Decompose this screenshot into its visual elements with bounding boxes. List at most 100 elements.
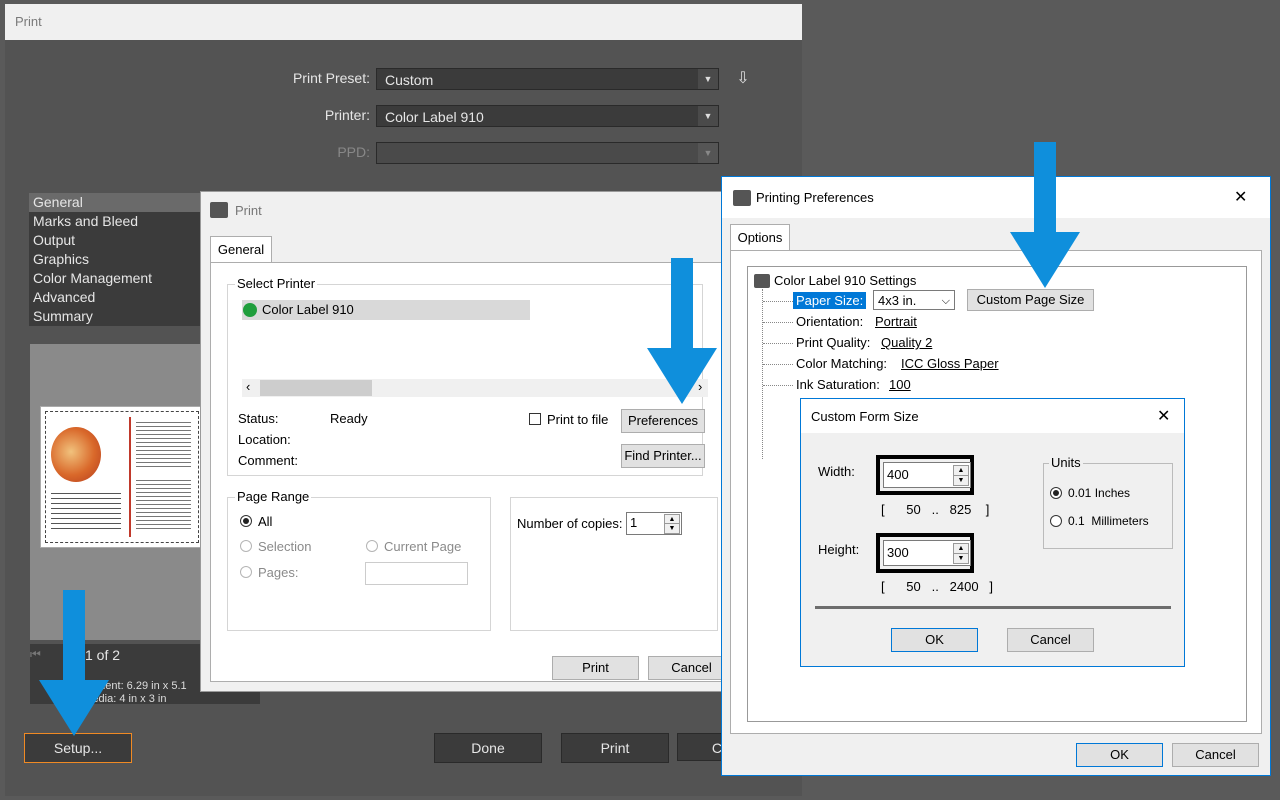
width-range: [ 50 .. 825 ] xyxy=(881,502,990,517)
color-matching-label: Color Matching: xyxy=(796,356,888,371)
range-current-label: Current Page xyxy=(384,539,462,554)
range-selection-label: Selection xyxy=(258,539,312,554)
setup-button[interactable]: Setup... xyxy=(24,733,132,763)
printer-icon xyxy=(754,274,770,288)
print-quality-value[interactable]: Quality 2 xyxy=(881,335,932,350)
paper-size-value: 4x3 in. xyxy=(878,293,917,308)
category-marks-and-bleed[interactable]: Marks and Bleed xyxy=(29,212,204,231)
range-pages-radio xyxy=(240,566,252,578)
separator xyxy=(815,606,1171,609)
units-group xyxy=(1043,463,1173,549)
height-value: 300 xyxy=(887,545,909,560)
arrow-shaft xyxy=(1034,142,1056,234)
preview-page xyxy=(40,406,204,548)
category-summary[interactable]: Summary xyxy=(29,307,204,326)
scroll-left-icon[interactable]: ‹ xyxy=(246,379,250,394)
ppd-label: PPD: xyxy=(337,144,370,160)
tab-options[interactable]: Options xyxy=(730,224,790,251)
tab-general[interactable]: General xyxy=(210,236,272,263)
cancel-button[interactable]: Cancel xyxy=(1172,743,1259,767)
tree-line xyxy=(762,289,764,459)
tree-root: Color Label 910 Settings xyxy=(774,273,917,288)
ink-saturation-label: Ink Saturation: xyxy=(796,377,880,392)
tree-branch xyxy=(763,301,793,302)
copies-stepper[interactable]: 1 ▲ ▼ xyxy=(626,512,682,535)
width-value: 400 xyxy=(887,467,909,482)
dialog-title: Print xyxy=(235,203,262,218)
width-label: Width: xyxy=(818,464,855,479)
find-printer-button[interactable]: Find Printer... xyxy=(621,444,705,468)
chevron-down-icon: ⌵ xyxy=(941,295,950,307)
print-preset-label: Print Preset: xyxy=(292,70,370,86)
print-button[interactable]: Print xyxy=(552,656,639,680)
width-stepper[interactable]: 400 ▲ ▼ xyxy=(883,462,971,488)
printer-list-item[interactable]: Color Label 910 xyxy=(242,300,530,320)
height-label: Height: xyxy=(818,542,860,557)
range-all-label: All xyxy=(258,514,273,529)
category-list: General Marks and Bleed Output Graphics … xyxy=(29,193,204,326)
tab-panel: Select Printer Color Label 910 ‹ › Statu… xyxy=(210,262,722,682)
range-pages-label: Pages: xyxy=(258,565,299,580)
orientation-label: Orientation: xyxy=(796,314,864,329)
pages-input xyxy=(365,562,468,585)
category-color-management[interactable]: Color Management xyxy=(29,269,204,288)
printer-select[interactable]: Color Label 910 ▼ xyxy=(376,105,719,127)
window-title: Print xyxy=(5,4,802,40)
arrow-shaft xyxy=(671,258,693,350)
unit-mm-radio[interactable] xyxy=(1050,515,1062,527)
range-selection-radio xyxy=(240,540,252,552)
dialog-title: Custom Form Size xyxy=(811,409,919,424)
apple-image xyxy=(51,427,101,482)
arrow-head xyxy=(647,348,717,404)
print-quality-label: Print Quality: xyxy=(796,335,871,350)
height-range: [ 50 .. 2400 ] xyxy=(881,579,994,594)
spin-down-icon[interactable]: ▼ xyxy=(664,523,680,534)
category-graphics[interactable]: Graphics xyxy=(29,250,204,269)
chevron-down-icon: ▼ xyxy=(698,143,718,163)
save-preset-icon[interactable]: ⇩ xyxy=(732,68,754,90)
printer-icon xyxy=(733,190,751,206)
comment-label: Comment: xyxy=(238,453,298,468)
print-preset-select[interactable]: Custom ▼ xyxy=(376,68,719,90)
print-to-file-checkbox[interactable] xyxy=(529,413,541,425)
category-output[interactable]: Output xyxy=(29,231,204,250)
ok-button[interactable]: OK xyxy=(1076,743,1163,767)
preferences-button[interactable]: Preferences xyxy=(621,409,705,433)
label-logo xyxy=(55,421,115,435)
spin-down-icon[interactable]: ▼ xyxy=(953,475,969,486)
done-button[interactable]: Done xyxy=(434,733,542,763)
tree-branch xyxy=(763,322,793,323)
print-preview xyxy=(30,344,210,640)
range-all-radio[interactable] xyxy=(240,515,252,527)
nutrition-text xyxy=(136,419,191,467)
cancel-button[interactable]: Cancel xyxy=(1007,628,1094,652)
chevron-down-icon: ▼ xyxy=(698,106,718,126)
paper-size-label[interactable]: Paper Size: xyxy=(793,292,867,309)
custom-page-size-button[interactable]: Custom Page Size xyxy=(967,289,1094,311)
chevron-down-icon: ▼ xyxy=(698,69,718,89)
spin-down-icon[interactable]: ▼ xyxy=(953,553,969,564)
arrow-head xyxy=(1010,232,1080,288)
category-advanced[interactable]: Advanced xyxy=(29,288,204,307)
color-matching-value[interactable]: ICC Gloss Paper xyxy=(901,356,999,371)
custom-form-size-dialog: Custom Form Size ✕ Width: 400 ▲ ▼ [ 50 .… xyxy=(800,398,1185,667)
unit-inches-radio[interactable] xyxy=(1050,487,1062,499)
printer-value: Color Label 910 xyxy=(385,109,484,125)
paper-size-select[interactable]: 4x3 in. ⌵ xyxy=(873,290,955,310)
close-icon[interactable]: ✕ xyxy=(1157,406,1170,426)
ink-saturation-value[interactable]: 100 xyxy=(889,377,911,392)
label-divider xyxy=(129,417,131,537)
scroll-thumb[interactable] xyxy=(260,380,372,396)
unit-inches-label: 0.01 Inches xyxy=(1068,486,1131,500)
ok-button[interactable]: OK xyxy=(891,628,978,652)
orientation-value[interactable]: Portrait xyxy=(875,314,917,329)
close-icon[interactable]: ✕ xyxy=(1234,187,1247,207)
category-general[interactable]: General xyxy=(29,193,204,212)
height-stepper[interactable]: 300 ▲ ▼ xyxy=(883,540,971,566)
tree-branch xyxy=(763,385,793,386)
print-button[interactable]: Print xyxy=(561,733,669,763)
status-value: Ready xyxy=(330,411,368,426)
label-body-text xyxy=(51,489,121,529)
location-label: Location: xyxy=(238,432,291,447)
horizontal-scrollbar[interactable]: ‹ › xyxy=(242,379,708,397)
